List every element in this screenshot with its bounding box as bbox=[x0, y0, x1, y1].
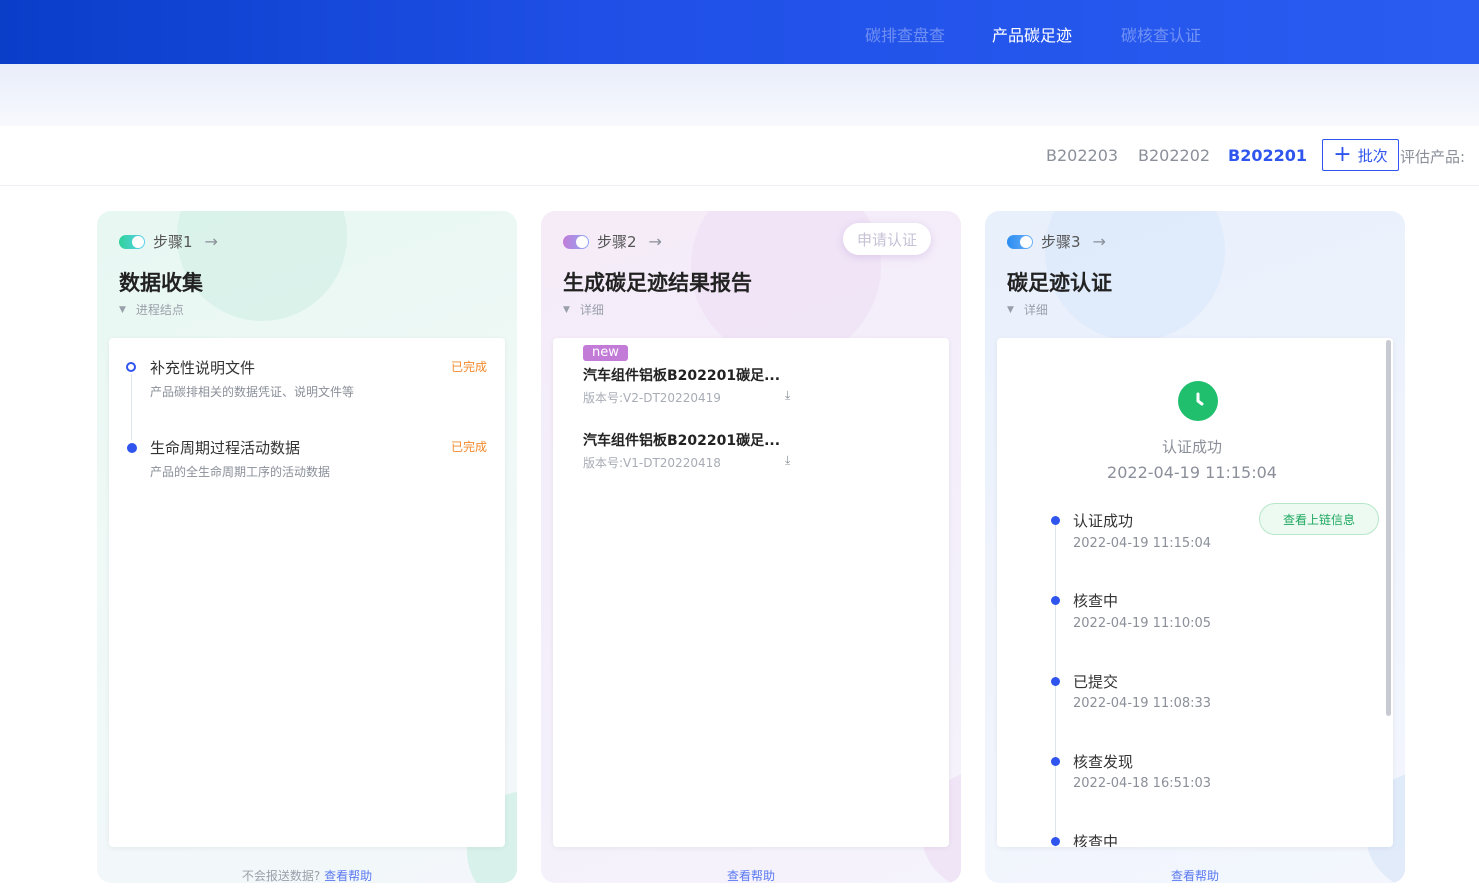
timeline-dot bbox=[1051, 516, 1060, 525]
certification-panel: 认证成功 2022-04-19 11:15:04 查看上链信息 认证成功 202… bbox=[997, 338, 1393, 847]
caret-down-icon: ▼ bbox=[1007, 304, 1014, 315]
step-title: 生成碳足迹结果报告 bbox=[563, 271, 752, 295]
toggle-icon bbox=[1007, 234, 1033, 249]
collapse-label: 详细 bbox=[579, 303, 604, 317]
caret-down-icon: ▼ bbox=[563, 304, 570, 315]
timeline-dot bbox=[1051, 677, 1060, 686]
step-card-2: 步骤2 → 申请认证 生成碳足迹结果报告 ▼ 详细 new 汽车组件铝板B202… bbox=[541, 211, 961, 883]
report-files-panel: new 汽车组件铝板B202201碳足... 版本号:V2-DT20220419… bbox=[553, 338, 949, 847]
scrollbar[interactable] bbox=[1386, 340, 1391, 716]
toggle-icon bbox=[563, 234, 589, 249]
caret-down-icon: ▼ bbox=[119, 304, 126, 315]
item-title: 补充性说明文件 bbox=[150, 359, 256, 377]
step-label: 步骤2 bbox=[597, 233, 637, 251]
timeline-title: 已提交 bbox=[1073, 673, 1119, 691]
footer-help: 查看帮助 bbox=[541, 867, 961, 883]
arrow-right-icon: → bbox=[204, 232, 218, 251]
footer-help: 不会报送数据? 查看帮助 bbox=[97, 867, 517, 883]
file-name[interactable]: 汽车组件铝板B202201碳足... bbox=[583, 365, 780, 385]
timeline-title: 核查发现 bbox=[1073, 753, 1134, 771]
collapse-label: 详细 bbox=[1023, 303, 1048, 317]
timeline-time: 2022-04-19 11:08:33 bbox=[1073, 696, 1212, 711]
download-icon[interactable]: ⤓ bbox=[785, 388, 790, 403]
timeline-time: 2022-04-19 11:15:04 bbox=[1073, 536, 1212, 551]
step-label: 步骤1 bbox=[153, 233, 193, 251]
timeline-title: 核查中 bbox=[1073, 592, 1119, 610]
timeline-time: 2022-04-19 11:10:05 bbox=[1073, 616, 1212, 631]
timeline-connector bbox=[131, 374, 132, 440]
file-name[interactable]: 汽车组件铝板B202201碳足... bbox=[583, 430, 780, 450]
item-desc: 产品碳排相关的数据凭证、说明文件等 bbox=[150, 385, 355, 399]
new-badge: new bbox=[583, 345, 628, 361]
apply-certification-button[interactable]: 申请认证 bbox=[843, 223, 931, 255]
file-version: 版本号:V2-DT20220419 bbox=[583, 391, 721, 405]
timeline-title: 认证成功 bbox=[1073, 512, 1134, 530]
timeline-dot bbox=[1051, 596, 1060, 605]
nav-item-verification[interactable]: 碳核查认证 bbox=[1121, 22, 1201, 46]
data-collection-panel: 补充性说明文件 产品碳排相关的数据凭证、说明文件等 已完成 生命周期过程活动数据… bbox=[109, 338, 505, 847]
help-link[interactable]: 查看帮助 bbox=[1171, 869, 1219, 883]
collapse-toggle[interactable]: ▼ 详细 bbox=[1007, 301, 1048, 318]
step-header: 步骤2 → bbox=[563, 231, 662, 252]
item-desc: 产品的全生命周期工序的活动数据 bbox=[150, 465, 331, 479]
status-badge: 已完成 bbox=[450, 440, 487, 454]
timeline-dot bbox=[1051, 837, 1060, 846]
collapse-label: 进程结点 bbox=[135, 303, 184, 317]
clock-success-icon bbox=[1178, 381, 1218, 421]
top-nav-bar: 碳排查盘查 产品碳足迹 碳核查认证 bbox=[0, 0, 1479, 64]
step-card-1: 步骤1 → 数据收集 ▼ 进程结点 补充性说明文件 产品碳排相关的数据凭证、说明… bbox=[97, 211, 517, 883]
add-batch-label: 批次 bbox=[1357, 146, 1388, 165]
footer-help: 查看帮助 bbox=[985, 867, 1405, 883]
batch-tab[interactable]: B202203 bbox=[1046, 146, 1118, 165]
nav-item-carbon-inventory[interactable]: 碳排查盘查 bbox=[865, 22, 945, 46]
step-header: 步骤1 → bbox=[119, 231, 218, 252]
arrow-right-icon: → bbox=[648, 232, 662, 251]
batch-tab-active[interactable]: B202201 bbox=[1228, 146, 1307, 165]
help-link[interactable]: 查看帮助 bbox=[324, 869, 372, 883]
batch-bar: B202203 B202202 B202201 bbox=[0, 126, 1479, 186]
collapse-toggle[interactable]: ▼ 进程结点 bbox=[119, 301, 184, 318]
view-chain-info-button[interactable]: 查看上链信息 bbox=[1259, 503, 1379, 535]
step-header: 步骤3 → bbox=[1007, 231, 1106, 252]
status-badge: 已完成 bbox=[450, 360, 487, 374]
step-dot bbox=[126, 362, 136, 372]
timeline-title: 核查中 bbox=[1073, 833, 1119, 847]
step-title: 数据收集 bbox=[119, 271, 203, 295]
result-time: 2022-04-19 11:15:04 bbox=[1107, 463, 1277, 482]
timeline-time: 2022-04-18 16:51:03 bbox=[1073, 776, 1212, 791]
download-icon[interactable]: ⤓ bbox=[785, 453, 790, 468]
step-label: 步骤3 bbox=[1041, 233, 1081, 251]
footer-question: 不会报送数据? bbox=[241, 869, 321, 883]
file-version: 版本号:V1-DT20220418 bbox=[583, 456, 721, 470]
plus-icon: + bbox=[1333, 142, 1352, 167]
header-banner bbox=[0, 64, 1479, 126]
result-text: 认证成功 bbox=[1161, 438, 1222, 456]
batch-tab[interactable]: B202202 bbox=[1138, 146, 1210, 165]
toggle-icon bbox=[119, 234, 145, 249]
step-title: 碳足迹认证 bbox=[1007, 271, 1112, 295]
collapse-toggle[interactable]: ▼ 详细 bbox=[563, 301, 604, 318]
item-title: 生命周期过程活动数据 bbox=[150, 439, 301, 457]
step-card-3: 步骤3 → 碳足迹认证 ▼ 详细 认证成功 2022-04-19 11:15:0… bbox=[985, 211, 1405, 883]
nav-item-product-footprint[interactable]: 产品碳足迹 bbox=[992, 22, 1072, 46]
step-dot bbox=[127, 443, 137, 453]
add-batch-button[interactable]: + 批次 bbox=[1322, 139, 1399, 171]
arrow-right-icon: → bbox=[1092, 232, 1106, 251]
timeline-dot bbox=[1051, 757, 1060, 766]
help-link[interactable]: 查看帮助 bbox=[727, 869, 775, 883]
eval-product-label: 评估产品: bbox=[1400, 148, 1466, 166]
